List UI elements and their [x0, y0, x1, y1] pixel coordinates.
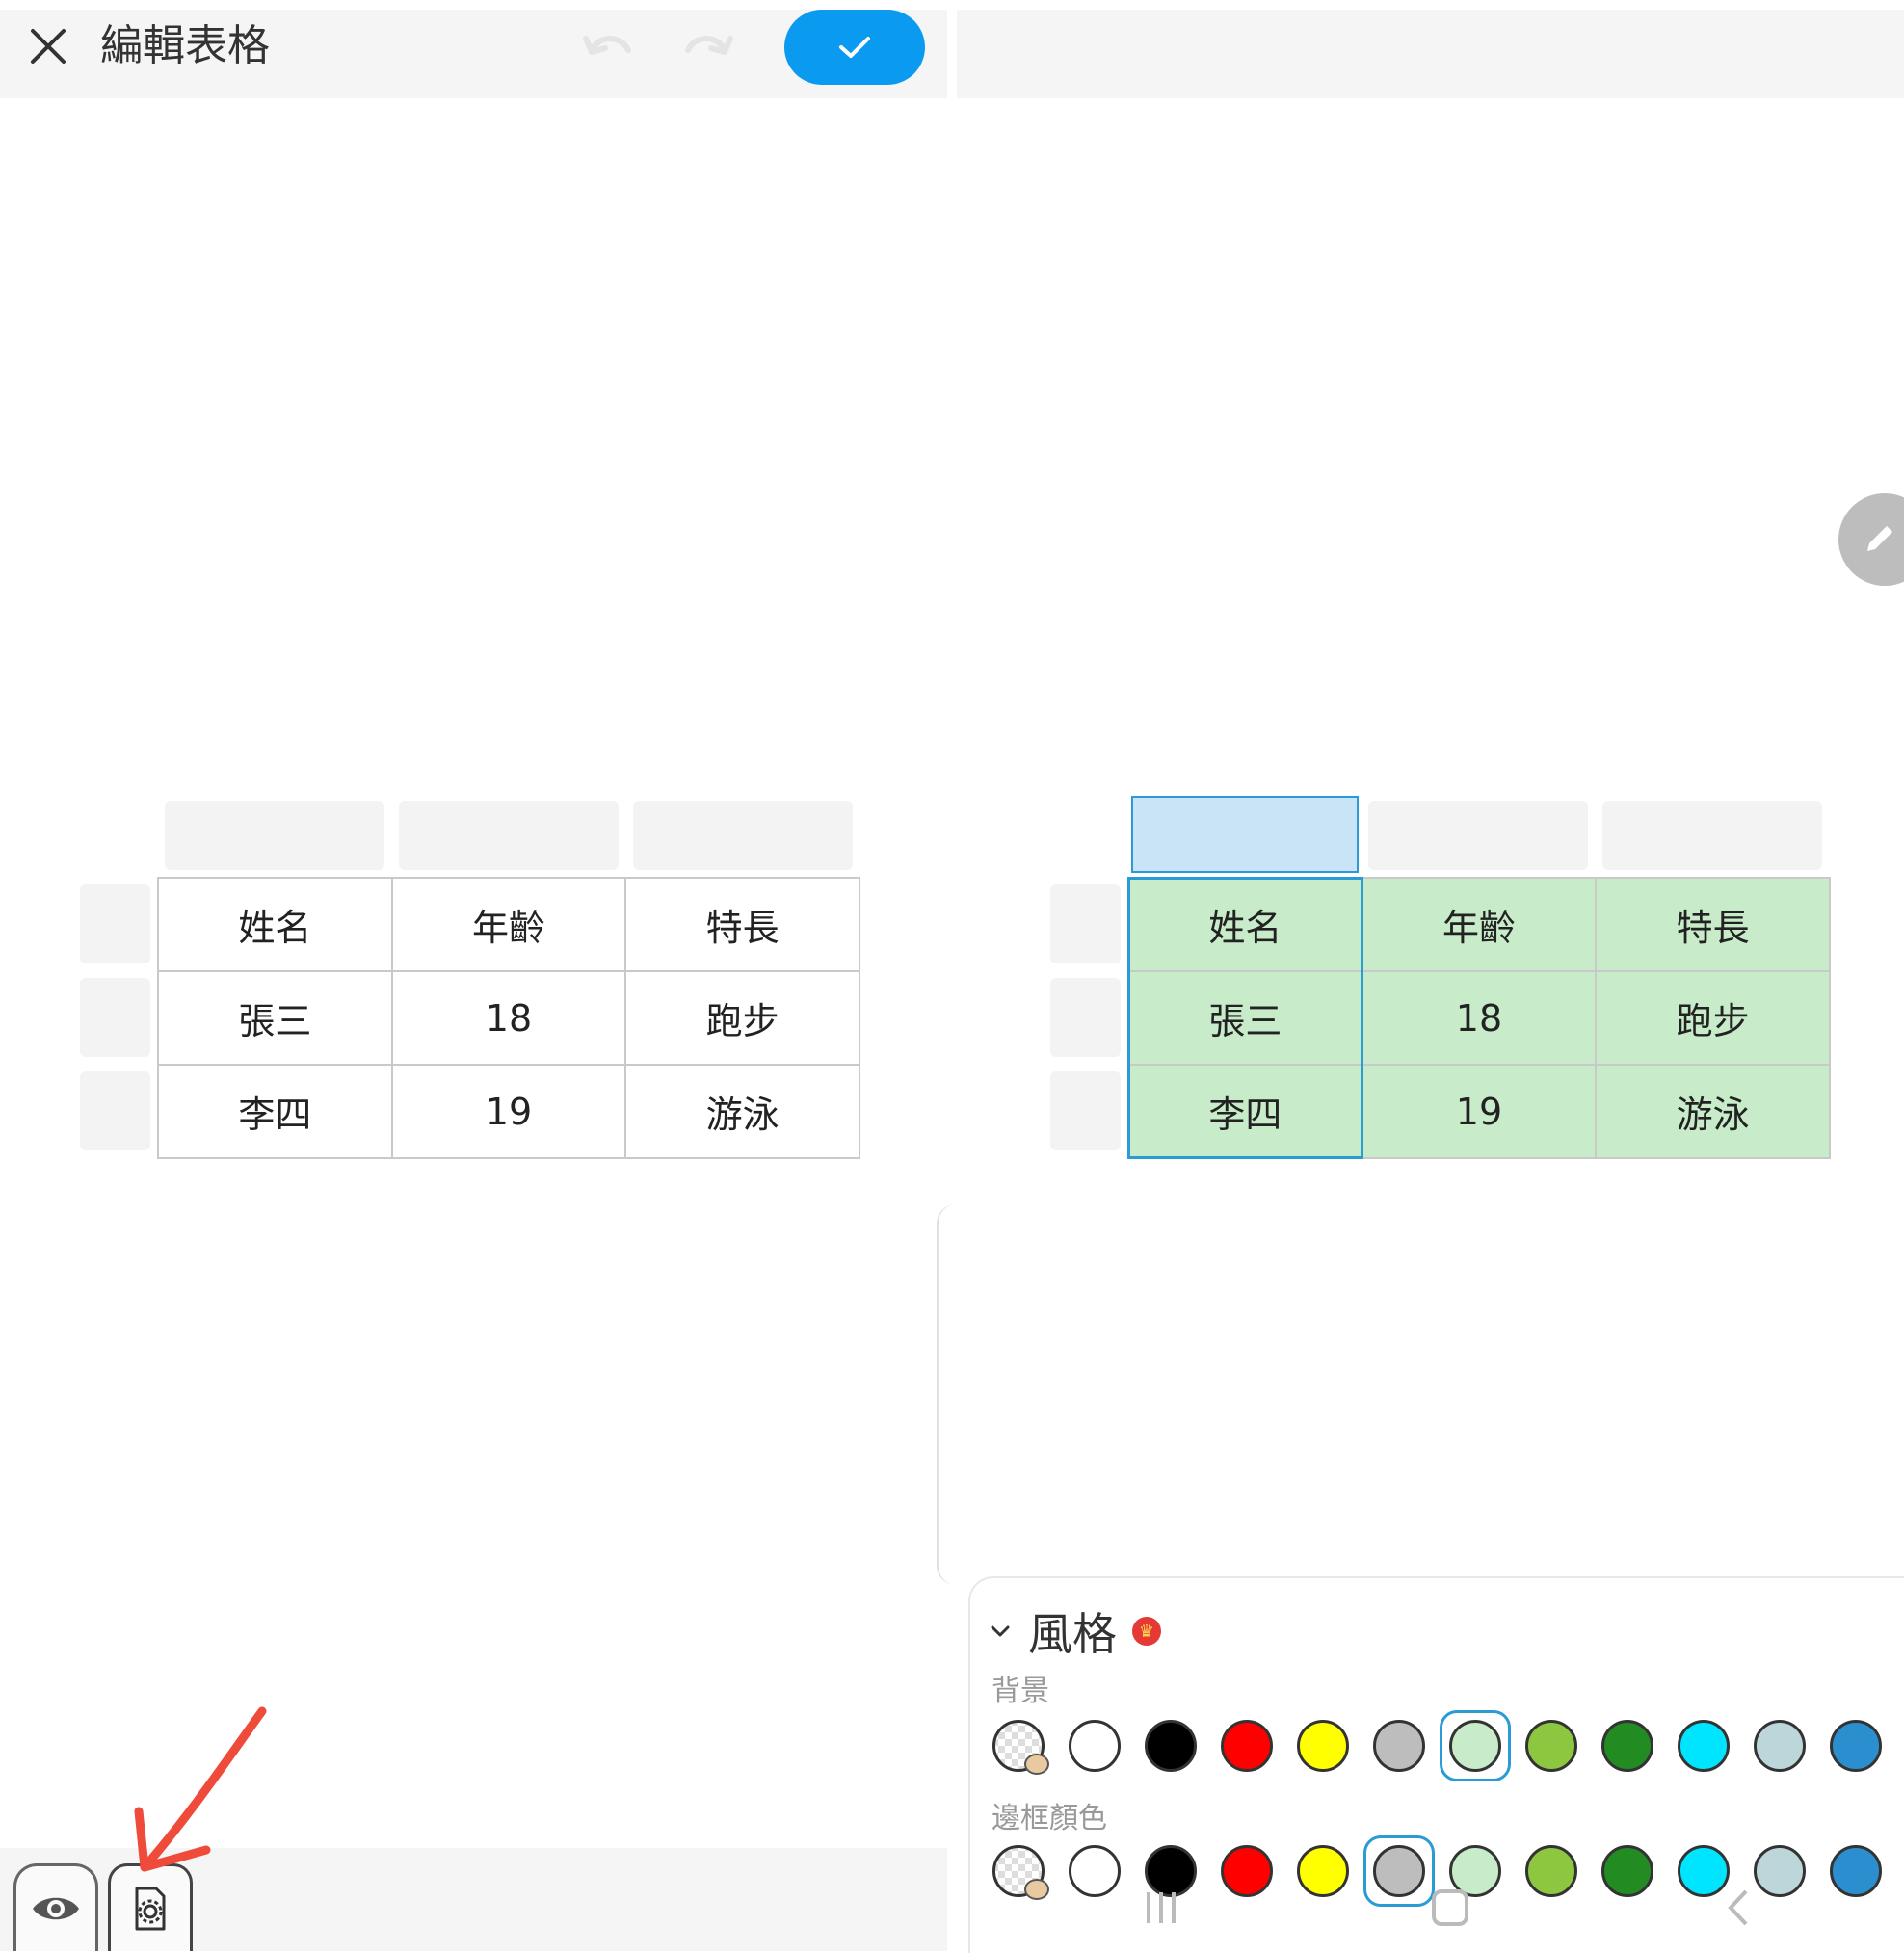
- confirm-button[interactable]: [784, 10, 925, 85]
- home-icon[interactable]: [1426, 1884, 1474, 1932]
- table-cell[interactable]: 張三: [157, 970, 393, 1066]
- row-header-3[interactable]: [80, 1071, 150, 1150]
- system-nav-bar: [1137, 1879, 1763, 1937]
- edit-fab-button[interactable]: [1838, 493, 1904, 586]
- chevron-down-icon: [991, 1625, 1010, 1637]
- table-cell[interactable]: 18: [1361, 970, 1598, 1066]
- undo-button[interactable]: [578, 21, 636, 69]
- column-header-b[interactable]: [399, 801, 619, 870]
- close-button[interactable]: [19, 17, 77, 75]
- background-swatch-4[interactable]: [1284, 1707, 1361, 1784]
- column-header-a-selected[interactable]: [1131, 796, 1359, 873]
- table-row: 李四 19 游泳: [157, 1064, 860, 1159]
- table-cell[interactable]: 年齡: [390, 877, 627, 972]
- table-row: 姓名 年齡 特長: [1127, 877, 1831, 972]
- row-header-1[interactable]: [1050, 884, 1121, 963]
- background-color: [1296, 1720, 1349, 1772]
- check-icon: [839, 37, 870, 58]
- red-arrow-annotation: [134, 1706, 267, 1872]
- table-cell[interactable]: 游泳: [624, 1064, 860, 1159]
- table-cell[interactable]: 游泳: [1595, 1064, 1831, 1159]
- column-header-b[interactable]: [1368, 801, 1588, 870]
- background-swatches: [980, 1707, 1893, 1784]
- background-swatch-8[interactable]: [1589, 1707, 1665, 1784]
- background-color: [1677, 1720, 1730, 1772]
- border-swatch-0[interactable]: [980, 1833, 1056, 1910]
- border-color: [1068, 1845, 1121, 1897]
- recent-apps-icon[interactable]: [1137, 1888, 1185, 1927]
- background-swatch-9[interactable]: [1665, 1707, 1741, 1784]
- table-cell[interactable]: 18: [390, 970, 627, 1066]
- table-cell[interactable]: 跑步: [1595, 970, 1831, 1066]
- table-cell[interactable]: 姓名: [1127, 877, 1363, 972]
- background-color: [1372, 1720, 1425, 1772]
- back-icon[interactable]: [1715, 1884, 1763, 1932]
- palette-icon: [1023, 1879, 1049, 1900]
- row-header-2[interactable]: [1050, 978, 1121, 1057]
- editor-sheet-outline: [937, 1204, 1902, 1585]
- table-cell[interactable]: 19: [390, 1064, 627, 1159]
- row-header-2[interactable]: [80, 978, 150, 1057]
- redo-button[interactable]: [680, 21, 738, 69]
- table-row: 張三 18 跑步: [157, 970, 860, 1066]
- page-title: 編輯表格: [100, 21, 270, 70]
- table-cell[interactable]: 張三: [1127, 970, 1363, 1066]
- border-swatch-11[interactable]: [1817, 1833, 1893, 1910]
- background-swatch-11[interactable]: [1817, 1707, 1893, 1784]
- table-row: 李四 19 游泳: [1127, 1064, 1831, 1159]
- data-table-left: 姓名 年齡 特長 張三 18 跑步 李四 19 游泳: [157, 877, 860, 1159]
- background-color: [1220, 1720, 1273, 1772]
- background-swatch-7[interactable]: [1513, 1707, 1589, 1784]
- preview-button[interactable]: [13, 1863, 98, 1951]
- crown-icon: ♛: [1132, 1617, 1161, 1646]
- border-swatch-1[interactable]: [1056, 1833, 1132, 1910]
- table-cell[interactable]: 年齡: [1361, 877, 1598, 972]
- background-color: [1144, 1720, 1197, 1772]
- redo-icon: [685, 36, 733, 55]
- table-cell[interactable]: 跑步: [624, 970, 860, 1066]
- table-row: 姓名 年齡 特長: [157, 877, 860, 972]
- table-row: 張三 18 跑步: [1127, 970, 1831, 1066]
- style-panel-title: 風格: [1028, 1608, 1117, 1660]
- table-cell[interactable]: 特長: [1595, 877, 1831, 972]
- border-color: [1829, 1845, 1882, 1897]
- undo-icon: [583, 36, 631, 55]
- background-swatch-2[interactable]: [1132, 1707, 1208, 1784]
- table-cell[interactable]: 李四: [1127, 1064, 1363, 1159]
- column-header-c[interactable]: [1602, 801, 1822, 870]
- background-color: [1600, 1720, 1653, 1772]
- pencil-icon: [1867, 526, 1892, 551]
- eye-icon: [33, 1897, 79, 1920]
- background-color: [1068, 1720, 1121, 1772]
- background-label: 背景: [992, 1675, 1049, 1708]
- close-icon: [31, 29, 66, 64]
- gear-document-icon: [135, 1887, 166, 1931]
- background-swatch-6[interactable]: [1437, 1707, 1513, 1784]
- toolbar-right: [957, 10, 1904, 98]
- selected-ring: [1439, 1710, 1511, 1781]
- row-header-3[interactable]: [1050, 1071, 1121, 1150]
- background-color: [1448, 1720, 1501, 1772]
- column-header-a[interactable]: [165, 801, 384, 870]
- column-header-c[interactable]: [633, 801, 853, 870]
- background-swatch-10[interactable]: [1741, 1707, 1817, 1784]
- custom-color-icon: [992, 1720, 1049, 1775]
- background-swatch-3[interactable]: [1208, 1707, 1284, 1784]
- row-header-1[interactable]: [80, 884, 150, 963]
- background-color: [1829, 1720, 1882, 1772]
- table-cell[interactable]: 李四: [157, 1064, 393, 1159]
- style-panel-header[interactable]: 風格 ♛: [988, 1599, 1161, 1663]
- background-swatch-5[interactable]: [1361, 1707, 1437, 1784]
- background-color: [1753, 1720, 1806, 1772]
- border-color-label: 邊框顏色: [992, 1802, 1107, 1835]
- custom-color-icon: [992, 1845, 1049, 1900]
- table-cell[interactable]: 19: [1361, 1064, 1598, 1159]
- palette-icon: [1023, 1754, 1049, 1775]
- table-cell[interactable]: 特長: [624, 877, 860, 972]
- background-color: [1524, 1720, 1577, 1772]
- background-swatch-0[interactable]: [980, 1707, 1056, 1784]
- table-cell[interactable]: 姓名: [157, 877, 393, 972]
- data-table-right: 姓名 年齡 特長 張三 18 跑步 李四 19 游泳: [1127, 877, 1831, 1159]
- background-swatch-1[interactable]: [1056, 1707, 1132, 1784]
